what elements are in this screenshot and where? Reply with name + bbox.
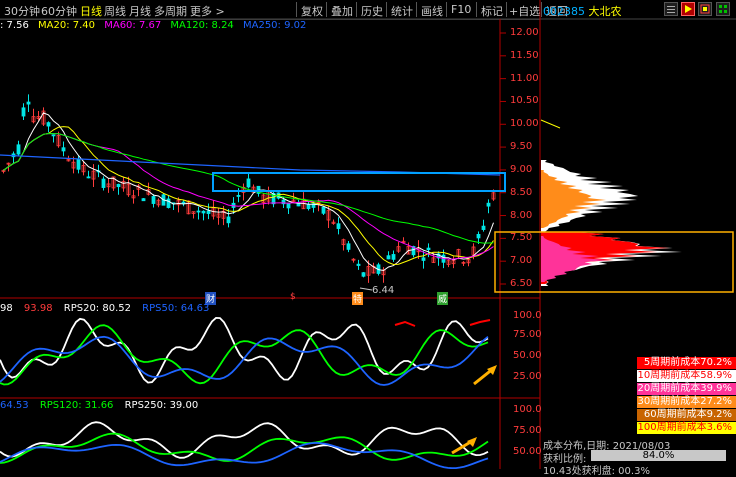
candle-body [306, 204, 311, 209]
candle-body [336, 223, 341, 229]
candle-body [246, 178, 251, 188]
candle-body [61, 147, 66, 152]
price-tick-11: 6.50 [510, 278, 533, 289]
price-tick-8: 8.00 [510, 209, 533, 221]
price-tick-5: 9.50 [510, 141, 533, 153]
rps2-tick-1: 75.00 [513, 425, 542, 436]
cost-profile [540, 119, 682, 286]
candle-body [26, 101, 31, 105]
rps20-value: RPS20: 80.52 [63, 303, 131, 314]
candles [1, 94, 496, 283]
rps-red-top [394, 320, 416, 327]
candle-body [321, 206, 326, 214]
rps-lines [0, 316, 491, 469]
candle-body [101, 178, 106, 188]
chart-grid [0, 0, 736, 469]
profit-ratio-bar: 84.0% [591, 450, 726, 461]
rps2-tick-0: 100.0 [513, 404, 542, 415]
price-tick-2: 11.00 [510, 72, 539, 84]
rps50g-line [0, 324, 489, 386]
marker-dollar[interactable]: $ [290, 292, 296, 302]
rps50-line [0, 335, 489, 386]
cost-legend-item: 60周期前成本9.2% [637, 409, 736, 421]
cost-legend-item: 20周期前成本39.9% [637, 383, 736, 395]
price-tick-0: 12.00 [510, 27, 539, 38]
candle-body [16, 144, 21, 155]
profile-tail [540, 119, 561, 129]
low-price-label: 6.44 [372, 285, 395, 296]
candle-body [166, 198, 171, 208]
rps1-prefix: 98 [0, 303, 13, 314]
cost-legend-item: 5周期前成本70.2% [637, 357, 736, 369]
price-tick-4: 10.00 [510, 118, 539, 130]
candle-body [286, 202, 291, 209]
candle-body [226, 216, 231, 224]
candle-body [361, 272, 366, 277]
profit-at-price: 10.43处获利盘: 00.3% [543, 466, 650, 477]
candle-body [76, 158, 81, 170]
up-arrow-rps2-head [467, 437, 477, 447]
marker-wei[interactable]: 威 [437, 292, 449, 305]
candle-body [391, 254, 396, 260]
candle-body [116, 183, 121, 188]
candle-body [201, 210, 206, 214]
candle-body [236, 195, 241, 197]
price-tick-3: 10.50 [510, 95, 539, 107]
candle-body [476, 234, 481, 239]
rps1-tick-0: 100.0 [513, 310, 542, 321]
rps2-legend: 64.53 RPS120: 31.66 RPS250: 39.00 [0, 400, 206, 411]
rps50-value: RPS50: 64.63 [142, 303, 210, 314]
rps250-value: RPS250: 39.00 [124, 400, 199, 411]
candle-body [206, 210, 211, 214]
price-tick-1: 11.50 [510, 49, 539, 61]
candle-body [486, 202, 491, 207]
candle-body [386, 255, 391, 260]
candle-body [346, 243, 351, 250]
rps20-line [0, 316, 489, 384]
candle-body [421, 257, 426, 261]
candle-body [181, 201, 186, 204]
low-pointer [359, 287, 373, 291]
rps120-value: RPS120: 31.66 [39, 400, 114, 411]
candle-body [426, 247, 431, 251]
rps1-tick-2: 50.00 [513, 350, 542, 361]
price-tick-7: 8.50 [510, 186, 533, 198]
price-tick-10: 7.00 [510, 255, 533, 267]
cost-legend-item: 30周期前成本27.2% [637, 396, 736, 408]
candle-body [481, 225, 486, 230]
rps1-tick-3: 25.00 [513, 371, 542, 382]
rps2-tick-2: 50.00 [513, 446, 542, 457]
candle-body [21, 107, 26, 117]
ma60-line [3, 132, 494, 260]
marker-special[interactable]: 特 [352, 292, 364, 305]
price-tick-9: 7.50 [510, 232, 533, 244]
rps2-prefix: 64.53 [0, 400, 29, 411]
cost-legend-item: 100周期前成本3.6% [637, 422, 736, 434]
rps1-tick-1: 75.00 [513, 329, 542, 340]
price-tick-6: 9.00 [510, 163, 533, 175]
rps-red-top2 [469, 319, 491, 326]
cost-legend: 5周期前成本70.2% 10周期前成本58.9% 20周期前成本39.9% 30周期前… [637, 357, 736, 435]
candle-body [141, 198, 146, 202]
ma20-line [3, 126, 494, 266]
rps1-value: 93.98 [23, 303, 53, 314]
candle-body [196, 210, 201, 213]
candle-body [151, 196, 156, 204]
cost-legend-item: 10周期前成本58.9% [637, 370, 736, 382]
candle-body [356, 263, 361, 266]
candle-body [51, 134, 56, 137]
candle-body [86, 176, 91, 179]
candle-body [46, 122, 51, 127]
kline-chart[interactable] [0, 0, 736, 469]
rps250-line [0, 421, 489, 459]
rps1-legend: 98 93.98 RPS20: 80.52 RPS50: 64.63 [0, 303, 217, 314]
